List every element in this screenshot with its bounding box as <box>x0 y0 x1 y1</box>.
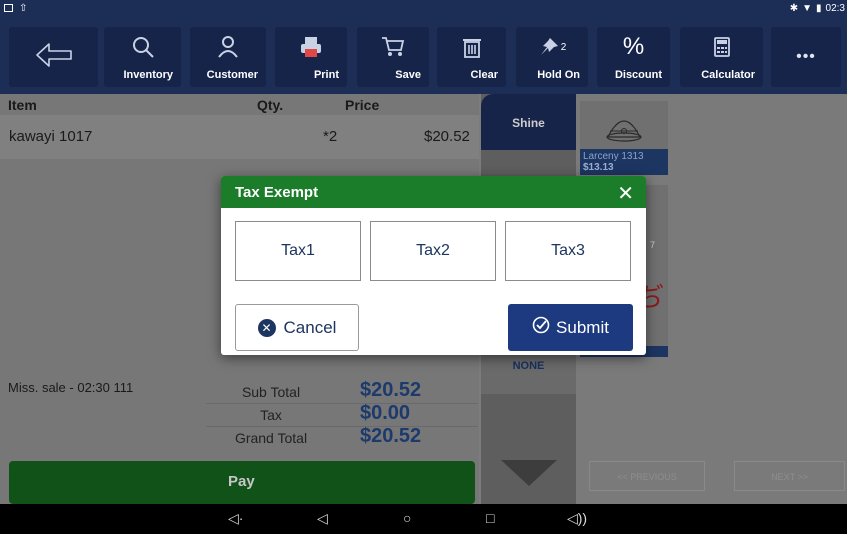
product-name: Larceny 1313 <box>583 151 644 162</box>
calculator-button[interactable]: Calculator <box>680 27 763 87</box>
volume-up-icon[interactable]: ◁)) <box>567 510 587 527</box>
scroll-down-icon[interactable] <box>501 460 557 486</box>
cancel-x-icon: ✕ <box>257 318 276 337</box>
clear-label: Clear <box>470 69 498 81</box>
discount-label: Discount <box>614 69 662 81</box>
category-none[interactable]: NONE <box>481 350 576 394</box>
back-button[interactable] <box>9 27 98 87</box>
pushpin-icon: 2 <box>516 33 588 61</box>
subtotal-label: Sub Total <box>241 384 301 400</box>
miss-sale-label: Miss. sale - 02:30 111 <box>8 380 134 395</box>
percent-icon: % <box>622 33 645 60</box>
subtotal-value: $20.52 <box>360 379 422 401</box>
totals-divider <box>206 403 478 404</box>
inventory-button[interactable]: Inventory <box>104 27 181 87</box>
pay-button[interactable]: Pay <box>9 461 475 504</box>
calculator-label: Calculator <box>701 69 755 81</box>
print-button[interactable]: Print <box>275 27 347 87</box>
tax1-button[interactable]: Tax1 <box>235 221 361 281</box>
order-header: Item Qty. Price <box>0 94 479 114</box>
order-item-price: $20.52 <box>424 128 470 145</box>
inventory-label: Inventory <box>123 69 173 81</box>
status-bar: ⇧ ✱ ▼ ▮ 02:3 <box>0 0 847 18</box>
cancel-label: Cancel <box>283 317 337 337</box>
totals-divider <box>206 426 478 427</box>
product-price: $13.13 <box>583 162 614 173</box>
pay-label: Pay <box>228 473 255 490</box>
order-item-qty: *2 <box>323 128 338 145</box>
print-label: Print <box>313 69 339 81</box>
back-arrow-icon <box>9 41 98 69</box>
search-icon <box>104 33 181 61</box>
upload-icon: ⇧ <box>19 3 28 14</box>
submit-label: Submit <box>556 317 609 337</box>
save-label: Save <box>395 69 421 81</box>
check-circle-icon <box>532 316 550 339</box>
android-nav-bar: ◁· ◁ ○ □ ◁)) <box>0 504 847 534</box>
hold-on-label: Hold On <box>537 69 580 81</box>
order-item-row[interactable]: kawayi 1017 *2 $20.52 <box>0 115 479 159</box>
more-dots-icon: ••• <box>796 48 816 65</box>
home-nav-icon[interactable]: ○ <box>403 510 411 526</box>
save-button[interactable]: Save <box>357 27 429 87</box>
submit-button[interactable]: Submit <box>508 304 633 351</box>
volume-down-icon[interactable]: ◁· <box>228 510 243 527</box>
calculator-icon <box>680 33 763 61</box>
dialog-title: Tax Exempt <box>235 184 319 201</box>
hat-icon <box>604 111 644 148</box>
tax-exempt-dialog: Tax Exempt ✕ Tax1 Tax2 Tax3 ✕ Cancel Sub… <box>221 176 646 355</box>
battery-icon: ▮ <box>816 3 822 14</box>
status-time: 02:3 <box>825 3 845 14</box>
item-column-header: Item <box>8 97 37 113</box>
screenshot-icon <box>4 4 13 12</box>
product-caption: Larceny 1313 $13.13 <box>580 149 668 175</box>
more-button[interactable]: ••• <box>771 27 841 87</box>
hold-on-button[interactable]: 2 Hold On <box>516 27 588 87</box>
tax-label: Tax <box>260 407 282 423</box>
qty-column-header: Qty. <box>257 97 284 113</box>
previous-button[interactable]: << PREVIOUS <box>589 461 705 491</box>
back-nav-icon[interactable]: ◁ <box>317 510 328 527</box>
customer-button[interactable]: Customer <box>190 27 266 87</box>
cancel-button[interactable]: ✕ Cancel <box>235 304 359 351</box>
wifi-icon: ▼ <box>802 3 813 14</box>
recents-nav-icon[interactable]: □ <box>486 510 494 526</box>
discount-button[interactable]: % Discount <box>597 27 670 87</box>
product-tile[interactable]: Larceny 1313 $13.13 <box>580 101 668 175</box>
order-item-name: kawayi 1017 <box>9 128 93 145</box>
printer-icon <box>275 33 347 61</box>
grand-total-value: $20.52 <box>360 425 422 447</box>
cart-icon <box>357 33 429 61</box>
category-shine[interactable]: Shine <box>481 94 576 150</box>
grand-total-label: Grand Total <box>234 430 308 446</box>
price-column-header: Price <box>345 97 380 113</box>
tax2-button[interactable]: Tax2 <box>370 221 496 281</box>
bluetooth-icon: ✱ <box>789 3 799 14</box>
close-icon[interactable]: ✕ <box>617 181 634 206</box>
tax-value: $0.00 <box>360 402 411 424</box>
user-icon <box>190 33 266 61</box>
product-name: 7 <box>650 240 656 250</box>
tax3-button[interactable]: Tax3 <box>505 221 631 281</box>
hold-on-count: 2 <box>560 41 567 53</box>
trash-icon <box>437 33 506 61</box>
clear-button[interactable]: Clear <box>437 27 506 87</box>
next-button[interactable]: NEXT >> <box>734 461 845 491</box>
dialog-header: Tax Exempt ✕ <box>221 176 646 208</box>
customer-label: Customer <box>206 69 258 81</box>
toolbar: Inventory Customer Print Save Clear 2 Ho… <box>0 18 847 94</box>
